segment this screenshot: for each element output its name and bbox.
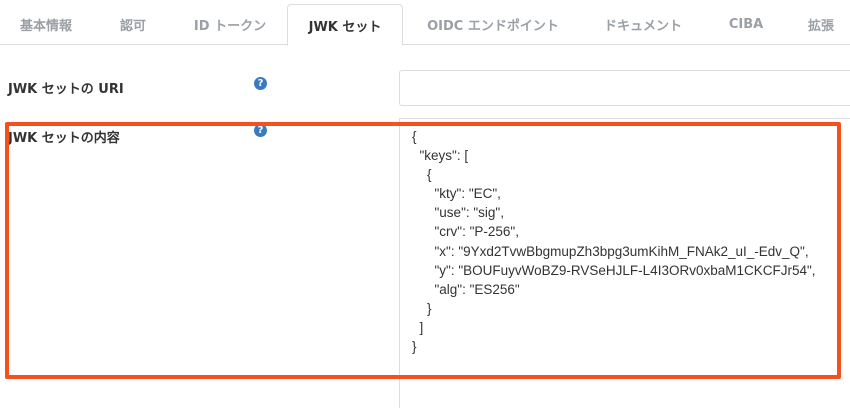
question-circle-icon[interactable]: ?	[254, 124, 267, 137]
tab-ciba[interactable]: CIBA	[703, 4, 789, 45]
tab-oidc-endpoint[interactable]: OIDC エンドポイント	[403, 4, 583, 45]
tab-id-token[interactable]: ID トークン	[174, 4, 286, 45]
tab-extensions[interactable]: 拡張	[789, 4, 850, 45]
tab-jwk-set[interactable]: JWK セット	[287, 4, 403, 46]
tab-authorization[interactable]: 認可	[92, 4, 174, 45]
tab-basic-info[interactable]: 基本情報	[0, 4, 92, 45]
tab-bar: 基本情報 認可 ID トークン JWK セット OIDC エンドポイント ドキュ…	[0, 0, 850, 46]
jwk-set-content-label: JWK セットの内容	[8, 131, 120, 146]
jwk-set-uri-label: JWK セットの URI	[8, 82, 124, 97]
jwk-set-content-value: { "keys": [ { "kty": "EC", "use": "sig",…	[412, 129, 816, 355]
jwk-set-uri-input[interactable]	[399, 70, 850, 106]
tab-documents[interactable]: ドキュメント	[583, 4, 703, 45]
question-circle-icon[interactable]: ?	[254, 77, 267, 90]
